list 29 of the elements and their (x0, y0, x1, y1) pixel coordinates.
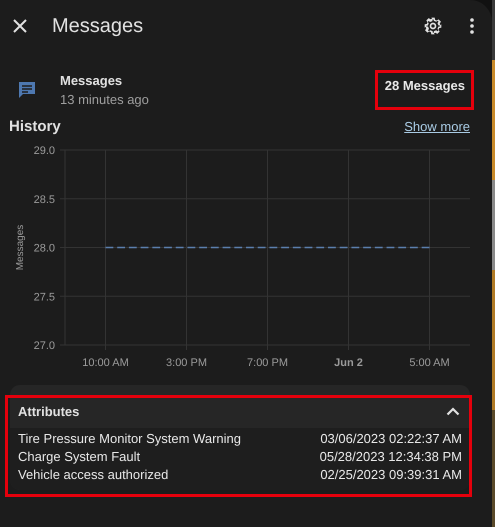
settings-icon (423, 16, 443, 36)
axis-title: Messages (15, 224, 26, 270)
axis-tick-label: 7:00 PM (247, 357, 288, 369)
attribute-name: Charge System Fault (18, 448, 140, 466)
axis-tick-label: 28.5 (34, 194, 55, 206)
show-more-link[interactable]: Show more (404, 119, 470, 134)
message-icon (17, 80, 37, 100)
axis-tick-label: 28.0 (34, 242, 55, 254)
attribute-name: Vehicle access authorized (18, 466, 168, 484)
dialog-title: Messages (52, 14, 144, 38)
last-changed-text: 13 minutes ago (60, 92, 150, 107)
chevron-icon (446, 407, 460, 416)
axis-tick-label: 27.5 (34, 291, 55, 304)
attributes-header[interactable]: Attributes (10, 395, 470, 428)
attribute-value: 05/28/2023 12:34:38 PM (320, 448, 462, 466)
attribute-name: Tire Pressure Monitor System Warning (18, 430, 241, 448)
section-title: History (9, 118, 61, 135)
axis-tick-label: 29.0 (34, 145, 55, 157)
close-icon (12, 18, 28, 34)
axis-tick-label: Jun 2 (334, 357, 363, 369)
entity-name: Messages (60, 73, 124, 88)
axis-tick-label: 27.0 (34, 340, 55, 352)
attribute-value: 02/25/2023 09:39:31 AM (320, 466, 462, 484)
more-options-icon (470, 18, 474, 34)
axis-tick-label: 3:00 PM (166, 357, 207, 369)
attribute-value: 03/06/2023 02:22:37 AM (320, 430, 462, 448)
state-value: 28 Messages (374, 70, 474, 110)
axis-tick-label: 10:00 AM (82, 357, 129, 369)
axis-tick-label: 5:00 AM (409, 357, 450, 369)
